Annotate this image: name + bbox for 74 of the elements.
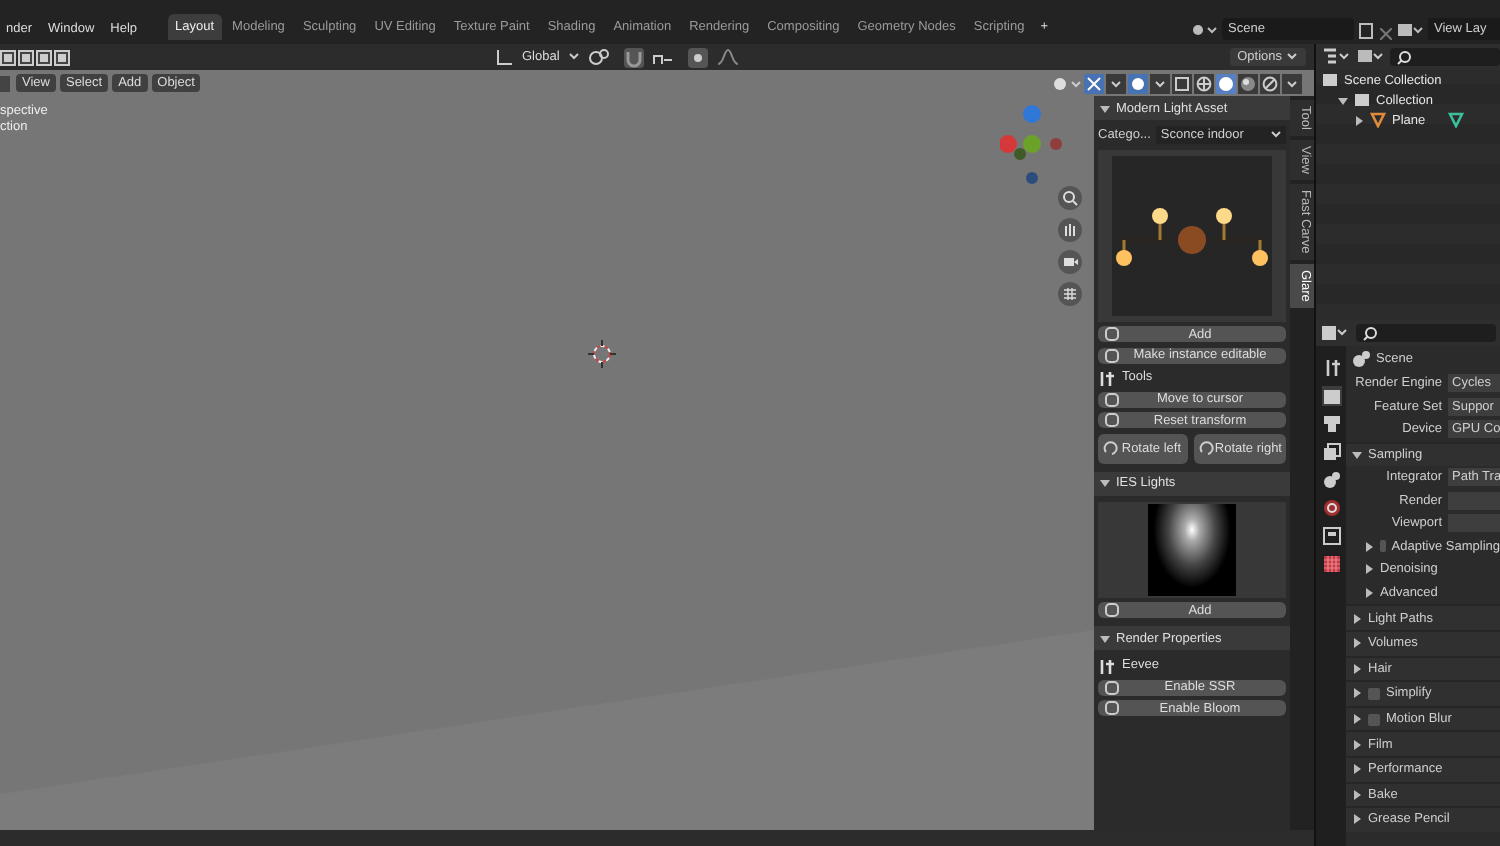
crosshair-icon[interactable]	[588, 340, 616, 368]
expand-triangle-icon[interactable]	[1352, 789, 1362, 800]
grid-icon[interactable]	[1058, 282, 1082, 306]
visibility-icon[interactable]	[1050, 73, 1082, 93]
search-field[interactable]	[1356, 324, 1496, 342]
axes-icon	[494, 48, 514, 66]
expand-triangle-icon[interactable]	[1364, 541, 1374, 552]
search-icon	[1362, 325, 1378, 341]
dropdown-caret-icon[interactable]	[1286, 52, 1298, 62]
dropdown-caret-icon[interactable]	[1150, 73, 1170, 93]
dropdown-caret-icon[interactable]	[1106, 73, 1126, 93]
expand-triangle-icon[interactable]	[1364, 564, 1374, 575]
expand-triangle-icon[interactable]	[1352, 814, 1362, 825]
hand-icon[interactable]	[1058, 218, 1082, 242]
expand-triangle-icon[interactable]	[1352, 739, 1362, 750]
expand-triangle-icon[interactable]	[1352, 688, 1362, 699]
dropdown-caret-icon[interactable]	[1270, 130, 1282, 140]
render-tab-icon[interactable]	[1321, 386, 1341, 406]
expand-triangle-icon[interactable]	[1352, 613, 1362, 624]
overlay-toggle[interactable]	[1128, 73, 1148, 93]
output-tab-icon[interactable]	[1321, 414, 1341, 434]
zoom-icon[interactable]	[1058, 186, 1082, 210]
axis-gizmo[interactable]	[1000, 104, 1064, 188]
collapse-triangle-icon[interactable]	[1100, 103, 1110, 113]
light-preview[interactable]	[1098, 501, 1286, 597]
checkbox[interactable]	[1380, 540, 1386, 553]
view-layer-tab-icon[interactable]	[1321, 442, 1341, 462]
world-tab-icon[interactable]	[1321, 498, 1341, 518]
layers-icon[interactable]	[1396, 22, 1424, 40]
box-icon	[1354, 92, 1370, 108]
proportional-icon[interactable]	[687, 47, 708, 67]
asset-preview[interactable]	[1098, 149, 1286, 321]
expand-triangle-icon[interactable]	[1354, 115, 1364, 125]
expand-triangle-icon[interactable]	[1352, 764, 1362, 775]
checkbox[interactable]	[1368, 713, 1380, 726]
editor-type-icon[interactable]	[1320, 324, 1348, 342]
tools-icon	[1098, 369, 1114, 385]
scene-icon	[1352, 350, 1370, 368]
mesh-data-icon	[1447, 112, 1464, 128]
collection-tab-icon[interactable]	[1321, 526, 1341, 546]
tool-tab-icon[interactable]	[1321, 358, 1341, 378]
search-field[interactable]	[1390, 48, 1500, 66]
rendered-shading-button[interactable]	[1260, 73, 1280, 93]
material-shading-button[interactable]	[1238, 73, 1258, 93]
scene-tab-icon[interactable]	[1321, 470, 1341, 490]
collapse-triangle-icon[interactable]	[1338, 95, 1348, 105]
expand-triangle-icon[interactable]	[1352, 638, 1362, 649]
close-icon[interactable]	[1380, 28, 1392, 40]
magnet-icon[interactable]	[623, 47, 644, 67]
copy-icon[interactable]	[1358, 22, 1376, 40]
light-cone-drawing	[1148, 503, 1236, 595]
filter-icon[interactable]	[1356, 48, 1384, 66]
dropdown-caret-icon[interactable]	[1282, 73, 1302, 93]
expand-triangle-icon[interactable]	[1364, 588, 1374, 599]
collapse-triangle-icon[interactable]	[1352, 449, 1362, 460]
tools-icon	[1098, 657, 1114, 673]
collapse-triangle-icon[interactable]	[1100, 633, 1110, 643]
camera-icon[interactable]	[1058, 250, 1082, 274]
falloff-icon[interactable]	[715, 48, 740, 66]
box-icon	[1322, 72, 1338, 88]
scene-icon[interactable]	[1190, 22, 1218, 40]
checkbox[interactable]	[1368, 687, 1380, 700]
wireframe-shading-button[interactable]	[1194, 73, 1214, 93]
display-mode-icon[interactable]	[1322, 48, 1350, 66]
expand-triangle-icon[interactable]	[1352, 714, 1362, 725]
expand-triangle-icon[interactable]	[1352, 663, 1362, 674]
gizmo-toggle[interactable]	[1084, 73, 1104, 93]
texture-tab-icon[interactable]	[1321, 554, 1341, 574]
dropdown-caret-icon[interactable]	[567, 52, 580, 62]
search-icon	[1396, 49, 1412, 65]
triangle-icon	[1370, 112, 1386, 128]
xray-toggle[interactable]	[1172, 73, 1192, 93]
solid-shading-button[interactable]	[1216, 73, 1236, 93]
collapse-triangle-icon[interactable]	[1100, 478, 1110, 488]
